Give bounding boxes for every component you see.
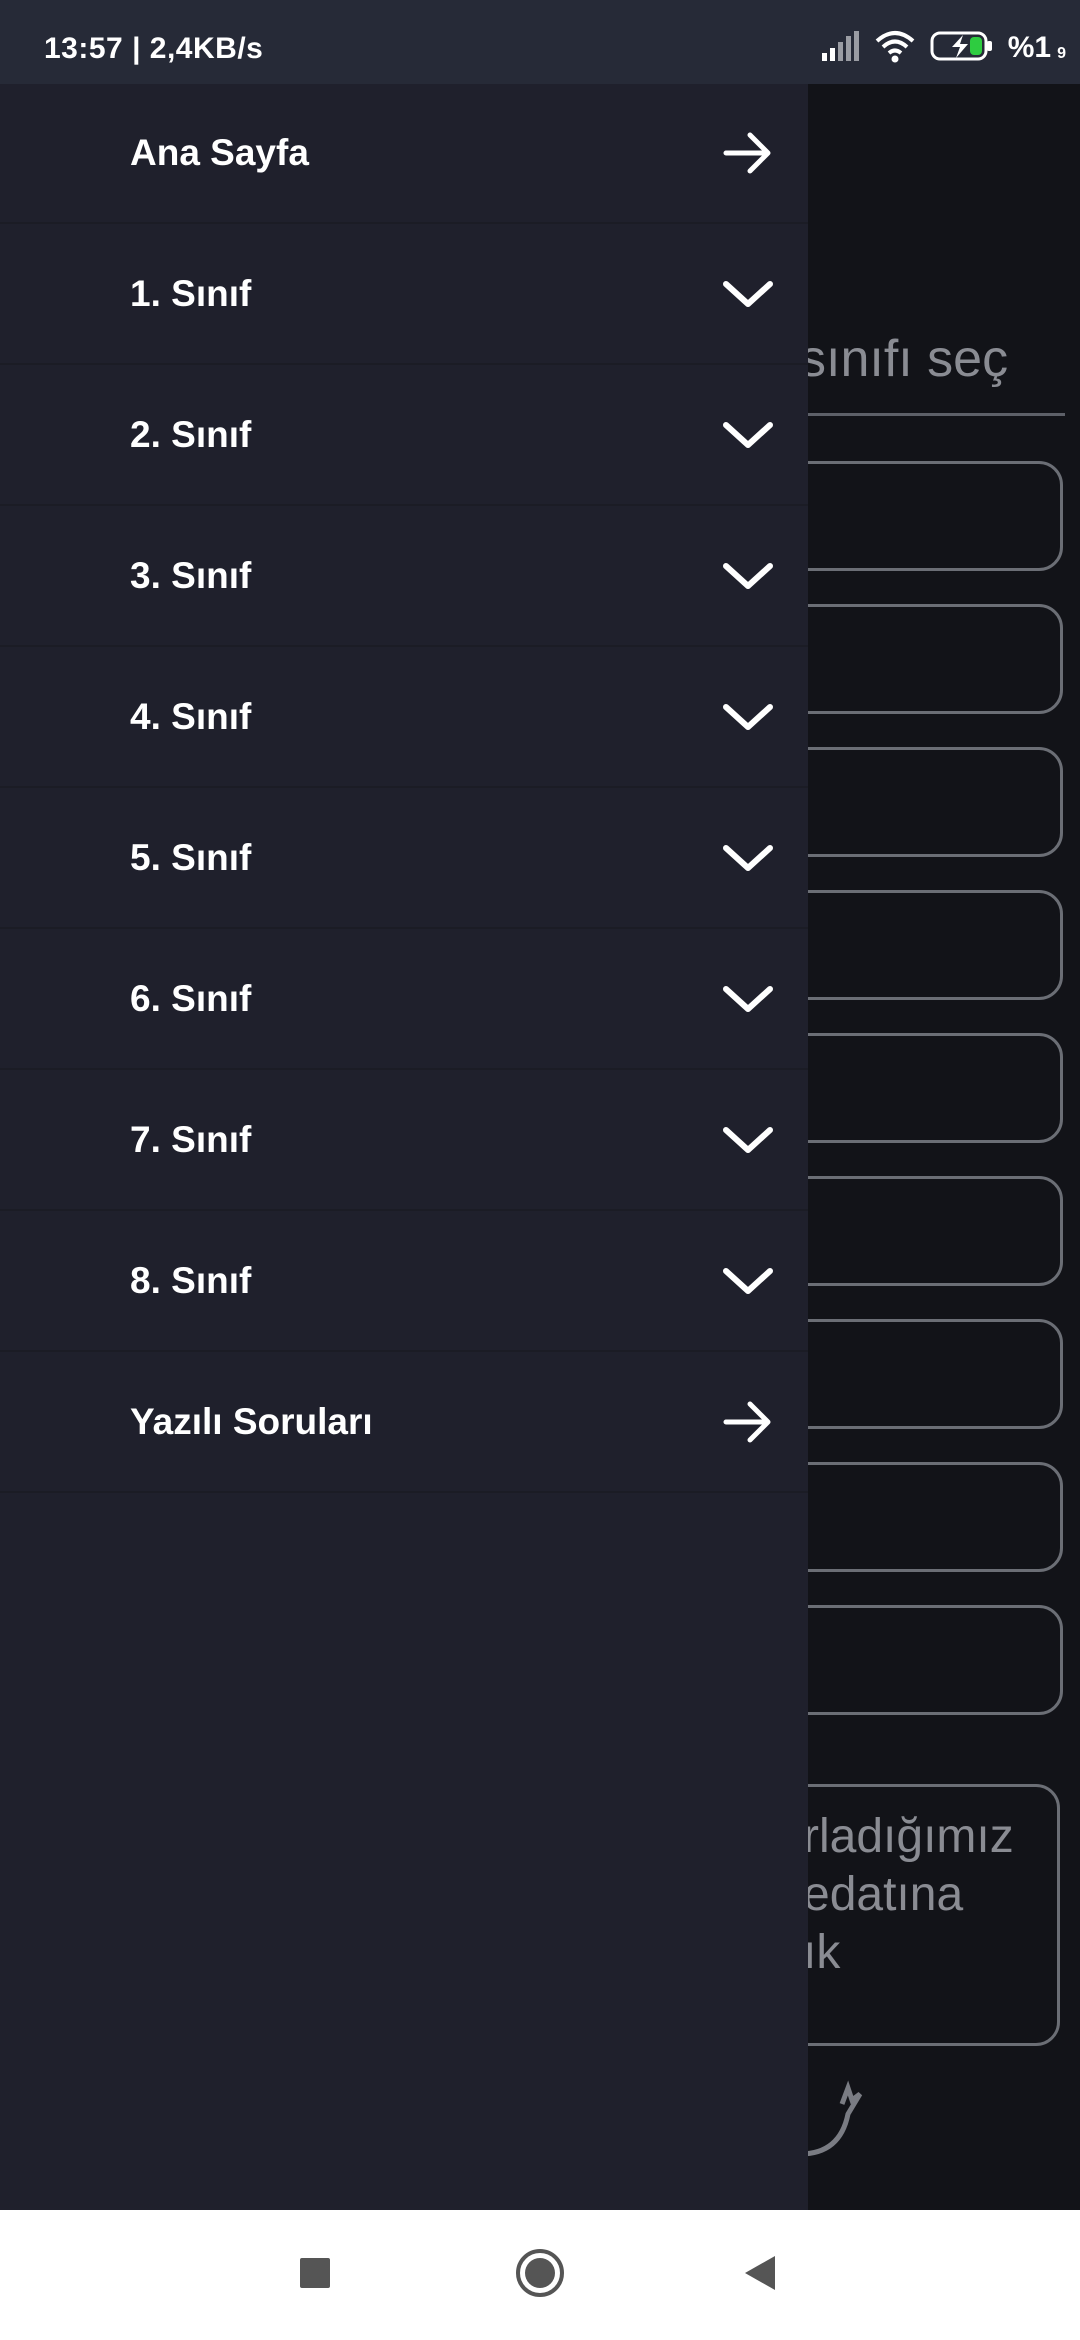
navigation-drawer: Ana Sayfa 1. Sınıf 2. Sınıf 3. Sınıf 4. … — [0, 84, 808, 2210]
background-underline — [780, 413, 1065, 416]
background-note-line: rladığımız — [803, 1810, 1014, 1863]
menu-item-label: 4. Sınıf — [130, 696, 252, 737]
menu-item-sinif-8[interactable]: 8. Sınıf — [0, 1212, 808, 1352]
chevron-down-icon — [720, 1253, 776, 1309]
menu-item-label: 2. Sınıf — [130, 414, 252, 455]
menu-item-sinif-3[interactable]: 3. Sınıf — [0, 507, 808, 647]
battery-charging-icon — [930, 30, 994, 67]
menu-item-label: 7. Sınıf — [130, 1119, 252, 1160]
chevron-down-icon — [720, 1112, 776, 1168]
home-circle-icon — [514, 2247, 566, 2304]
chevron-down-icon — [720, 830, 776, 886]
menu-item-sinif-5[interactable]: 5. Sınıf — [0, 789, 808, 929]
background-note-line: edatına — [803, 1868, 964, 1921]
background-heading: sınıfı seç — [800, 330, 1009, 388]
home-button[interactable] — [505, 2240, 575, 2310]
status-time: 13:57 | 2,4KB/s — [44, 32, 264, 65]
menu-item-sinif-1[interactable]: 1. Sınıf — [0, 225, 808, 365]
navigation-bar — [0, 2210, 1080, 2340]
chevron-down-icon — [720, 407, 776, 463]
menu-item-sinif-6[interactable]: 6. Sınıf — [0, 930, 808, 1070]
menu-item-sinif-7[interactable]: 7. Sınıf — [0, 1071, 808, 1211]
menu-item-sinif-2[interactable]: 2. Sınıf — [0, 366, 808, 506]
status-icons: %1 9 — [820, 28, 1066, 68]
menu-item-sinif-4[interactable]: 4. Sınıf — [0, 648, 808, 788]
background-note-line: ık — [803, 1926, 841, 1979]
menu-item-label: 1. Sınıf — [130, 273, 252, 314]
chevron-down-icon — [720, 971, 776, 1027]
signal-icon — [820, 30, 860, 66]
recents-button[interactable] — [280, 2240, 350, 2310]
status-bar: 13:57 | 2,4KB/s %1 9 — [0, 0, 1080, 84]
menu-item-label: 6. Sınıf — [130, 978, 252, 1019]
back-button[interactable] — [725, 2240, 795, 2310]
arrow-right-icon — [720, 125, 776, 181]
menu-item-ana-sayfa[interactable]: Ana Sayfa — [0, 84, 808, 224]
battery-sub: 9 — [1057, 45, 1066, 62]
recents-square-icon — [299, 2257, 331, 2294]
menu-item-yazili-sorulari[interactable]: Yazılı Soruları — [0, 1353, 808, 1493]
chevron-down-icon — [720, 548, 776, 604]
chevron-down-icon — [720, 689, 776, 745]
menu-item-label: 3. Sınıf — [130, 555, 252, 596]
menu-item-label: 8. Sınıf — [130, 1260, 252, 1301]
chevron-down-icon — [720, 266, 776, 322]
wifi-icon — [874, 29, 916, 68]
menu-item-label: Yazılı Soruları — [130, 1401, 373, 1442]
menu-item-label: 5. Sınıf — [130, 837, 252, 878]
arrow-right-icon — [720, 1394, 776, 1450]
back-triangle-icon — [742, 2254, 778, 2297]
menu-item-label: Ana Sayfa — [130, 132, 309, 173]
battery-percent: %1 — [1007, 31, 1052, 64]
